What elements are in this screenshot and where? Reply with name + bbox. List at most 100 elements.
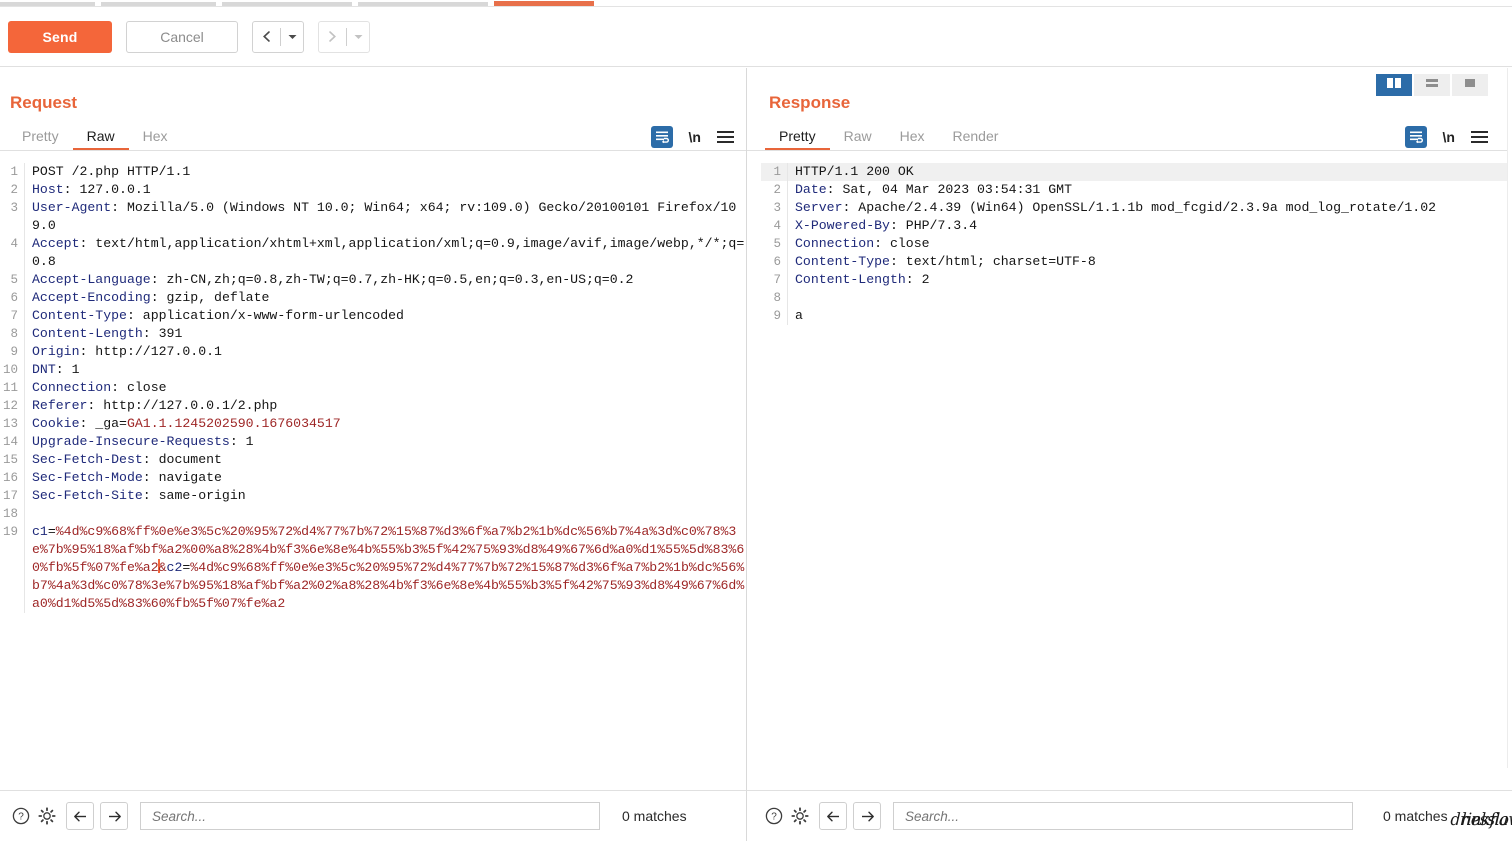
chevron-right-icon[interactable] [319, 22, 346, 52]
response-line-content[interactable]: Connection: close [787, 235, 1512, 253]
request-line-content[interactable]: POST /2.php HTTP/1.1 [24, 163, 746, 181]
request-code-line[interactable]: 16Sec-Fetch-Mode: navigate [0, 469, 746, 487]
search-previous-button[interactable] [66, 802, 94, 830]
response-code-line[interactable]: 7Content-Length: 2 [761, 271, 1512, 289]
request-code-line[interactable]: 4Accept: text/html,application/xhtml+xml… [0, 235, 746, 271]
chevron-left-icon[interactable] [253, 22, 280, 52]
header-value: : document [143, 452, 222, 467]
gear-icon[interactable] [34, 803, 60, 829]
hamburger-menu-icon[interactable] [717, 131, 734, 143]
response-line-content[interactable]: HTTP/1.1 200 OK [787, 163, 1512, 181]
response-line-content[interactable]: Content-Type: text/html; charset=UTF-8 [787, 253, 1512, 271]
search-input[interactable] [903, 808, 1343, 825]
request-code-line[interactable]: 6Accept-Encoding: gzip, deflate [0, 289, 746, 307]
newline-toggle[interactable]: \n [1443, 129, 1455, 145]
gear-icon[interactable] [787, 803, 813, 829]
search-next-button[interactable] [100, 802, 128, 830]
request-code-line[interactable]: 9Origin: http://127.0.0.1 [0, 343, 746, 361]
request-code-line[interactable]: 2Host: 127.0.0.1 [0, 181, 746, 199]
next-request-split-button[interactable] [318, 21, 370, 53]
request-code-line[interactable]: 19c1=%4d%c9%68%ff%0e%e3%5c%20%95%72%d4%7… [0, 523, 746, 613]
request-code-line[interactable]: 5Accept-Language: zh-CN,zh;q=0.8,zh-TW;q… [0, 271, 746, 289]
response-code-line[interactable]: 6Content-Type: text/html; charset=UTF-8 [761, 253, 1512, 271]
response-code-line[interactable]: 1HTTP/1.1 200 OK [761, 163, 1512, 181]
request-code-line[interactable]: 3User-Agent: Mozilla/5.0 (Windows NT 10.… [0, 199, 746, 235]
response-editor[interactable]: 1HTTP/1.1 200 OK2Date: Sat, 04 Mar 2023 … [761, 163, 1512, 853]
word-wrap-icon[interactable] [1405, 126, 1427, 148]
request-line-content[interactable]: Host: 127.0.0.1 [24, 181, 746, 199]
request-line-content[interactable]: Sec-Fetch-Dest: document [24, 451, 746, 469]
word-wrap-icon[interactable] [651, 126, 673, 148]
request-line-content[interactable]: User-Agent: Mozilla/5.0 (Windows NT 10.0… [24, 199, 746, 235]
request-code-line[interactable]: 10DNT: 1 [0, 361, 746, 379]
response-tab-hex[interactable]: Hex [886, 124, 939, 151]
line-number: 9 [761, 307, 787, 325]
previous-request-split-button[interactable] [252, 21, 304, 53]
request-code-line[interactable]: 1POST /2.php HTTP/1.1 [0, 163, 746, 181]
response-code-line[interactable]: 8 [761, 289, 1512, 307]
request-line-content[interactable]: Origin: http://127.0.0.1 [24, 343, 746, 361]
request-line-content[interactable]: Connection: close [24, 379, 746, 397]
request-code-line[interactable]: 14Upgrade-Insecure-Requests: 1 [0, 433, 746, 451]
request-line-content[interactable]: Content-Type: application/x-www-form-url… [24, 307, 746, 325]
search-next-button[interactable] [853, 802, 881, 830]
request-line-content[interactable]: Cookie: _ga=GA1.1.1245202590.1676034517 [24, 415, 746, 433]
request-code-line[interactable]: 11Connection: close [0, 379, 746, 397]
search-input[interactable] [150, 808, 590, 825]
line-number: 2 [761, 181, 787, 199]
newline-toggle[interactable]: \n [689, 129, 701, 145]
response-code-line[interactable]: 4X-Powered-By: PHP/7.3.4 [761, 217, 1512, 235]
request-line-content[interactable]: Sec-Fetch-Site: same-origin [24, 487, 746, 505]
request-line-content[interactable]: c1=%4d%c9%68%ff%0e%e3%5c%20%95%72%d4%77%… [24, 523, 746, 613]
help-circle-icon[interactable]: ? [8, 803, 34, 829]
search-previous-button[interactable] [819, 802, 847, 830]
request-tab-raw[interactable]: Raw [73, 124, 129, 151]
response-line-content[interactable]: X-Powered-By: PHP/7.3.4 [787, 217, 1512, 235]
request-tab-pretty[interactable]: Pretty [8, 124, 73, 151]
help-circle-icon[interactable]: ? [761, 803, 787, 829]
request-code-line[interactable]: 7Content-Type: application/x-www-form-ur… [0, 307, 746, 325]
caret-down-icon[interactable] [281, 22, 303, 52]
response-code-line[interactable]: 9a [761, 307, 1512, 325]
response-line-content[interactable]: Date: Sat, 04 Mar 2023 03:54:31 GMT [787, 181, 1512, 199]
request-line-content[interactable] [24, 505, 746, 523]
response-pane: Response PrettyRawHexRender \n 1HTTP/1.1… [746, 68, 1512, 841]
request-line-content[interactable]: Accept-Language: zh-CN,zh;q=0.8,zh-TW;q=… [24, 271, 746, 289]
layout-stacked-button[interactable] [1414, 74, 1450, 96]
layout-side-by-side-button[interactable] [1376, 74, 1412, 96]
response-line-content[interactable]: a [787, 307, 1512, 325]
cancel-button[interactable]: Cancel [126, 21, 238, 53]
request-code-line[interactable]: 13Cookie: _ga=GA1.1.1245202590.167603451… [0, 415, 746, 433]
request-code-line[interactable]: 17Sec-Fetch-Site: same-origin [0, 487, 746, 505]
header-value: = [48, 524, 56, 539]
response-tab-pretty[interactable]: Pretty [765, 124, 830, 151]
response-scrollbar[interactable] [1507, 68, 1512, 768]
request-line-content[interactable]: Content-Length: 391 [24, 325, 746, 343]
request-code-line[interactable]: 8Content-Length: 391 [0, 325, 746, 343]
request-code-line[interactable]: 12Referer: http://127.0.0.1/2.php [0, 397, 746, 415]
caret-down-icon[interactable] [347, 22, 369, 52]
request-line-content[interactable]: Sec-Fetch-Mode: navigate [24, 469, 746, 487]
response-line-content[interactable]: Server: Apache/2.4.39 (Win64) OpenSSL/1.… [787, 199, 1512, 217]
response-line-content[interactable] [787, 289, 1512, 307]
request-editor[interactable]: 1POST /2.php HTTP/1.12Host: 127.0.0.13Us… [0, 163, 746, 853]
response-tab-render[interactable]: Render [939, 124, 1013, 151]
response-tab-raw[interactable]: Raw [830, 124, 886, 151]
hamburger-menu-icon[interactable] [1471, 131, 1488, 143]
request-line-content[interactable]: Upgrade-Insecure-Requests: 1 [24, 433, 746, 451]
request-line-content[interactable]: Accept: text/html,application/xhtml+xml,… [24, 235, 746, 271]
response-code-line[interactable]: 2Date: Sat, 04 Mar 2023 03:54:31 GMT [761, 181, 1512, 199]
response-line-content[interactable]: Content-Length: 2 [787, 271, 1512, 289]
response-search-box[interactable] [893, 802, 1353, 830]
request-line-content[interactable]: Accept-Encoding: gzip, deflate [24, 289, 746, 307]
request-search-box[interactable] [140, 802, 600, 830]
request-code-line[interactable]: 15Sec-Fetch-Dest: document [0, 451, 746, 469]
send-button[interactable]: Send [8, 21, 112, 53]
response-code-line[interactable]: 5Connection: close [761, 235, 1512, 253]
layout-single-button[interactable] [1452, 74, 1488, 96]
response-code-line[interactable]: 3Server: Apache/2.4.39 (Win64) OpenSSL/1… [761, 199, 1512, 217]
request-code-line[interactable]: 18 [0, 505, 746, 523]
request-line-content[interactable]: DNT: 1 [24, 361, 746, 379]
request-line-content[interactable]: Referer: http://127.0.0.1/2.php [24, 397, 746, 415]
request-tab-hex[interactable]: Hex [129, 124, 182, 151]
